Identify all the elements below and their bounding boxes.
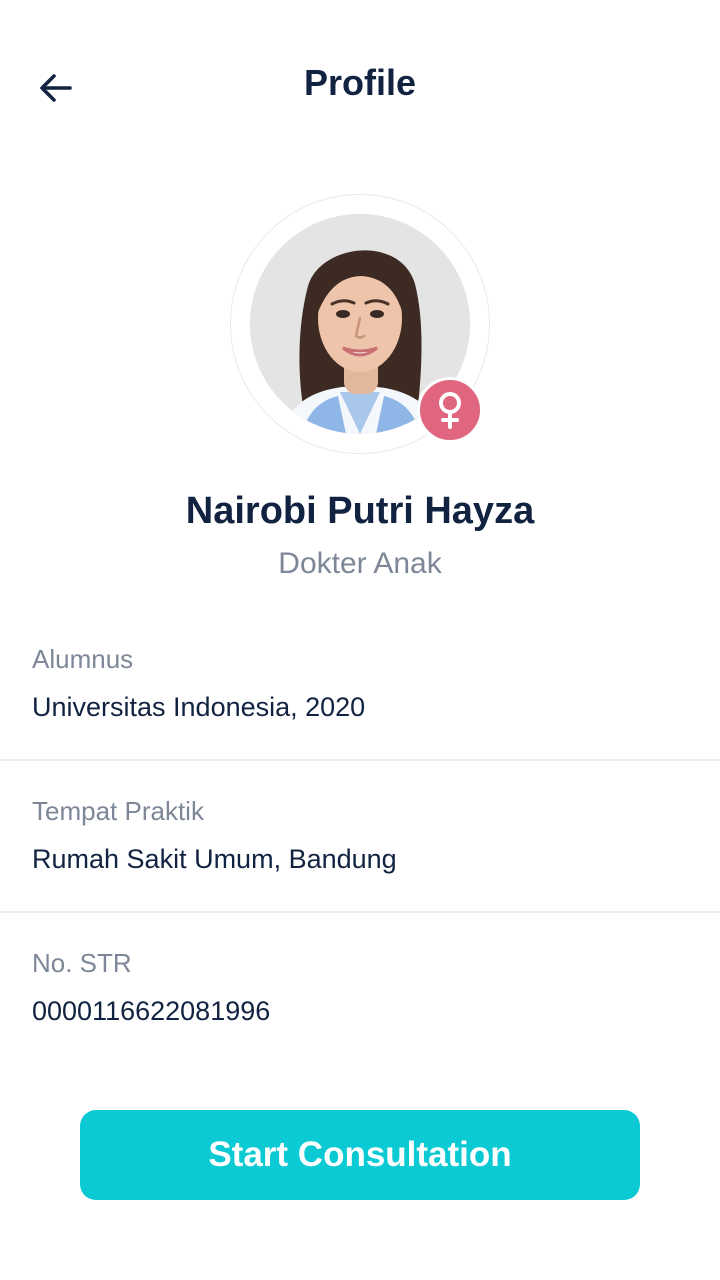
info-label: Alumnus bbox=[32, 644, 134, 674]
info-value: 0000116622081996 bbox=[32, 996, 271, 1026]
info-value: Universitas Indonesia, 2020 bbox=[32, 692, 366, 722]
divider bbox=[0, 759, 720, 761]
doctor-profile-screen: Profile Nairobi Putri Hayza Dokter Anak … bbox=[0, 0, 720, 1280]
doctor-specialty: Dokter Anak bbox=[278, 547, 442, 580]
gender-badge bbox=[417, 377, 483, 443]
info-item-alumnus: Alumnus Universitas Indonesia, 2020 bbox=[0, 628, 720, 780]
page-title: Profile bbox=[303, 62, 417, 103]
avatar-frame bbox=[230, 194, 490, 454]
doctor-name: Nairobi Putri Hayza bbox=[185, 490, 535, 532]
start-consultation-button[interactable]: Start Consultation bbox=[80, 1110, 640, 1200]
info-item-practice-location: Tempat Praktik Rumah Sakit Umum, Bandung bbox=[0, 780, 720, 932]
info-label: No. STR bbox=[32, 948, 132, 978]
info-value: Rumah Sakit Umum, Bandung bbox=[32, 844, 397, 874]
header: Profile bbox=[0, 48, 720, 128]
info-item-str-number: No. STR 0000116622081996 bbox=[0, 932, 720, 1084]
divider bbox=[0, 911, 720, 913]
female-icon bbox=[439, 392, 461, 429]
info-label: Tempat Praktik bbox=[32, 796, 204, 826]
